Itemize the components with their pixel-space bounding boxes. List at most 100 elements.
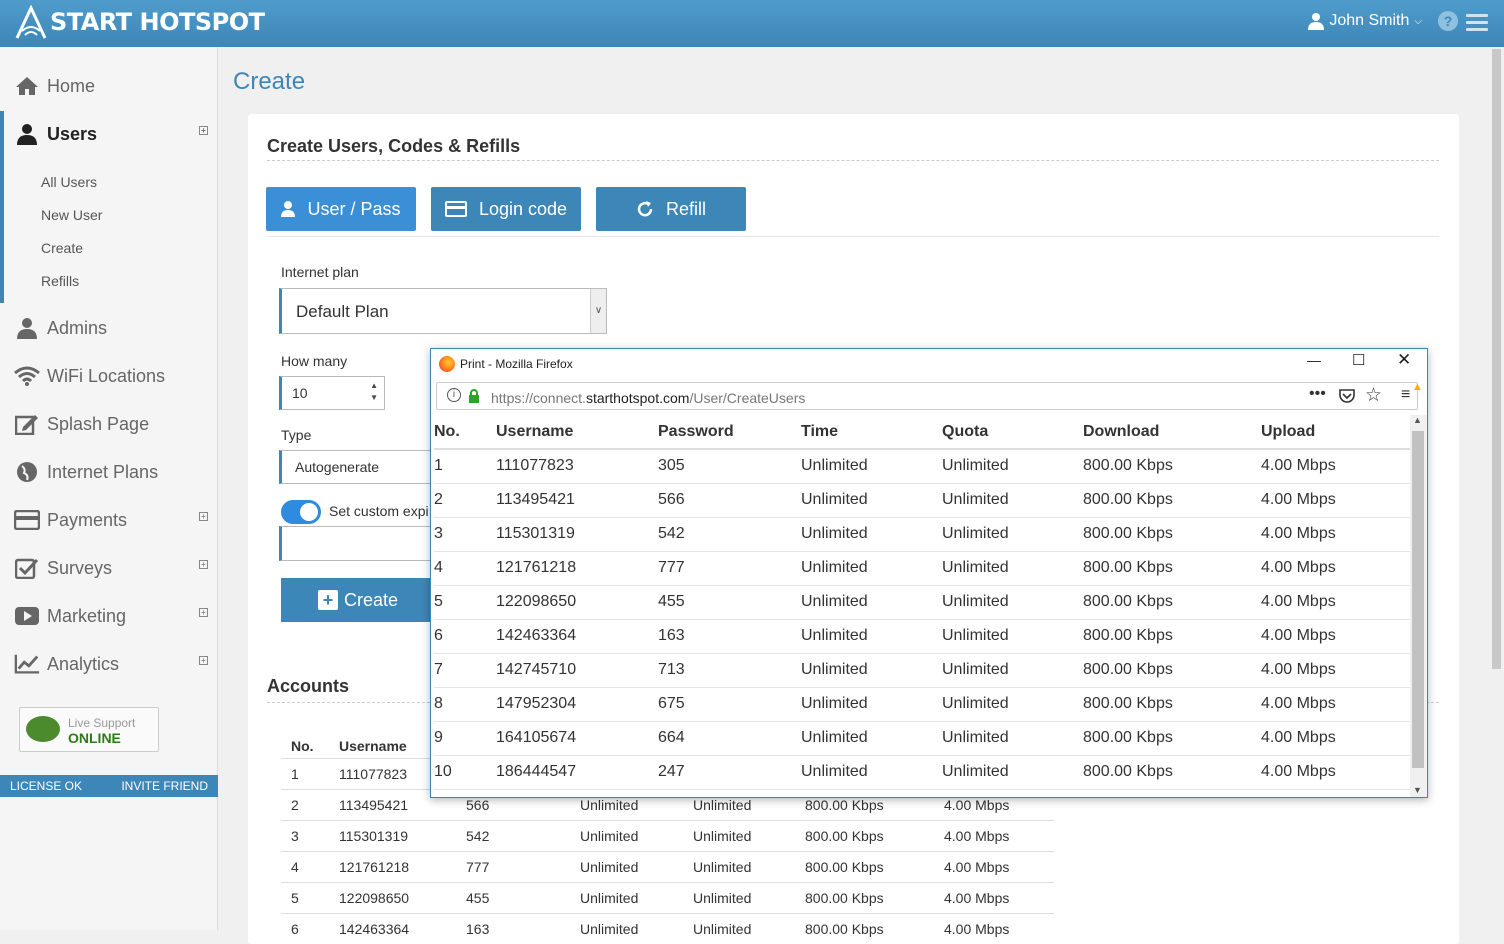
firefox-icon — [439, 356, 455, 372]
cell: Unlimited — [942, 721, 1083, 756]
user-name: John Smith — [1329, 12, 1410, 29]
window-titlebar[interactable]: Print - Mozilla Firefox — ☐ ✕ — [431, 349, 1427, 379]
user-icon — [281, 201, 296, 217]
page-scrollbar[interactable] — [1489, 47, 1504, 930]
plus-icon: + — [318, 590, 338, 610]
more-icon[interactable]: ••• — [1309, 385, 1326, 403]
minimize-icon[interactable]: — — [1307, 352, 1321, 368]
scroll-up-icon[interactable]: ▲ — [1413, 415, 1422, 425]
url-bar[interactable]: i https://connect.starthotspot.com/User/… — [436, 381, 1423, 410]
wifi-logo-icon — [15, 5, 47, 39]
table-row[interactable]: 3 115301319 542 Unlimited Unlimited 800.… — [281, 819, 1054, 851]
expand-icon[interactable]: + — [199, 608, 208, 617]
tab-label: User / Pass — [307, 198, 401, 219]
logo[interactable]: START HOTSPOT — [14, 4, 265, 40]
expand-icon[interactable]: + — [199, 126, 208, 135]
table-row[interactable]: 6 142463364 163 Unlimited Unlimited 800.00 Kb… — [434, 619, 1410, 654]
menu-icon[interactable]: ≡ — [1401, 386, 1410, 404]
star-icon[interactable]: ☆ — [1365, 384, 1382, 407]
close-icon[interactable]: ✕ — [1397, 350, 1411, 370]
cell: 4.00 Mbps — [1261, 687, 1410, 722]
cell: Unlimited — [942, 687, 1083, 722]
subnav-refills[interactable]: Refills — [41, 273, 79, 289]
sidebar-item-users[interactable]: Users + — [0, 114, 218, 154]
how-many-input[interactable]: 10 ▲ ▼ — [279, 376, 385, 410]
cell: 121761218 — [496, 551, 658, 586]
sidebar-item-marketing[interactable]: Marketing + — [0, 596, 218, 636]
help-icon[interactable]: ? — [1438, 11, 1458, 31]
col-header: Time — [801, 415, 942, 450]
table-row[interactable]: 4 121761218 777 Unlimited Unlimited 800.00 Kb… — [434, 551, 1410, 586]
scroll-thumb[interactable] — [1412, 431, 1424, 768]
table-row[interactable]: 10 186444547 247 Unlimited Unlimited 800.00 K… — [434, 755, 1410, 790]
table-row[interactable]: 5 122098650 455 Unlimited Unlimited 800.00 Kb… — [434, 585, 1410, 620]
cell: Unlimited — [942, 755, 1083, 790]
cell: 800.00 Kbps — [1083, 653, 1261, 688]
cell: 3 — [434, 517, 496, 552]
expand-icon[interactable]: + — [199, 560, 208, 569]
col-header: No. — [291, 737, 314, 754]
sidebar-item-splash-page[interactable]: Splash Page — [0, 404, 218, 444]
table-row[interactable]: 4 121761218 777 Unlimited Unlimited 800.… — [281, 850, 1054, 882]
cell: 800.00 Kbps — [805, 819, 944, 851]
subnav-all-users[interactable]: All Users — [41, 174, 97, 190]
table-row[interactable]: 6 142463364 163 Unlimited Unlimited 800.… — [281, 912, 1054, 944]
subnav-create[interactable]: Create — [41, 240, 83, 256]
custom-expiry-toggle[interactable] — [281, 500, 321, 524]
cell: 186444547 — [496, 755, 658, 790]
tab-login-code[interactable]: Login code — [431, 187, 581, 231]
sidebar-item-admins[interactable]: Admins — [0, 308, 218, 348]
cell: Unlimited — [801, 721, 942, 756]
sidebar-item-home[interactable]: Home — [0, 66, 218, 106]
expand-icon[interactable]: + — [199, 656, 208, 665]
info-icon[interactable]: i — [447, 388, 461, 402]
panel-title: Create Users, Codes & Refills — [267, 136, 521, 156]
cell: Unlimited — [693, 881, 805, 913]
scroll-thumb[interactable] — [1492, 49, 1501, 669]
invite-friend-link[interactable]: INVITE FRIEND — [121, 779, 208, 793]
sidebar-item-label: Users — [47, 123, 98, 144]
sidebar-item-wifi-locations[interactable]: WiFi Locations — [0, 356, 218, 396]
sidebar-item-analytics[interactable]: Analytics + — [0, 644, 218, 684]
subnav-new-user[interactable]: New User — [41, 207, 102, 223]
live-support-widget[interactable]: Live Support ONLINE — [19, 707, 159, 752]
table-row[interactable]: 9 164105674 664 Unlimited Unlimited 800.00 Kb… — [434, 721, 1410, 756]
cell: 4.00 Mbps — [1261, 517, 1410, 552]
hamburger-menu-icon[interactable] — [1466, 14, 1488, 32]
cell: 5 — [281, 881, 339, 913]
table-row[interactable]: 8 147952304 675 Unlimited Unlimited 800.00 Kb… — [434, 687, 1410, 722]
custom-expiry-label: Set custom expi — [329, 503, 429, 519]
cell: 9 — [434, 721, 496, 756]
table-row[interactable]: 7 142745710 713 Unlimited Unlimited 800.00 Kb… — [434, 653, 1410, 688]
scroll-down-icon[interactable]: ▼ — [1413, 785, 1422, 795]
chevron-down-icon: ∨ — [590, 289, 606, 333]
create-button[interactable]: + Create — [281, 578, 441, 622]
cell: 4.00 Mbps — [1261, 449, 1410, 484]
sidebar-item-label: Home — [47, 75, 96, 96]
print-scrollbar[interactable]: ▲ ▼ — [1410, 415, 1427, 797]
sidebar-item-label: Marketing — [47, 605, 127, 626]
sidebar-item-surveys[interactable]: Surveys + — [0, 548, 218, 588]
checkbox-icon — [14, 557, 40, 579]
table-row[interactable]: 1 111077823 305 Unlimited Unlimited 800.00 Kb… — [434, 449, 1410, 484]
type-select[interactable]: Autogenerate — [279, 450, 439, 484]
user-menu[interactable]: John Smith ⌵ — [1308, 12, 1422, 30]
internet-plan-select[interactable]: Default Plan ∨ — [279, 288, 607, 334]
table-row[interactable]: 3 115301319 542 Unlimited Unlimited 800.00 Kb… — [434, 517, 1410, 552]
tab-user-pass[interactable]: User / Pass — [266, 187, 416, 231]
expand-icon[interactable]: + — [199, 512, 208, 521]
maximize-icon[interactable]: ☐ — [1352, 351, 1365, 369]
stepper-arrows-icon[interactable]: ▲ ▼ — [370, 380, 378, 404]
cell: 4.00 Mbps — [944, 850, 1054, 882]
cell: 122098650 — [496, 585, 658, 620]
table-row[interactable]: 2 113495421 566 Unlimited Unlimited 800.00 Kb… — [434, 483, 1410, 518]
support-label: Live Support — [68, 716, 136, 730]
top-bar: START HOTSPOT John Smith ⌵ ? — [0, 0, 1504, 47]
pocket-icon[interactable] — [1339, 388, 1355, 404]
cell: Unlimited — [801, 483, 942, 518]
custom-expiry-input[interactable] — [279, 526, 439, 561]
tab-refill[interactable]: Refill — [596, 187, 746, 231]
sidebar-item-payments[interactable]: Payments + — [0, 500, 218, 540]
table-row[interactable]: 5 122098650 455 Unlimited Unlimited 800.… — [281, 881, 1054, 913]
sidebar-item-internet-plans[interactable]: Internet Plans — [0, 452, 218, 492]
